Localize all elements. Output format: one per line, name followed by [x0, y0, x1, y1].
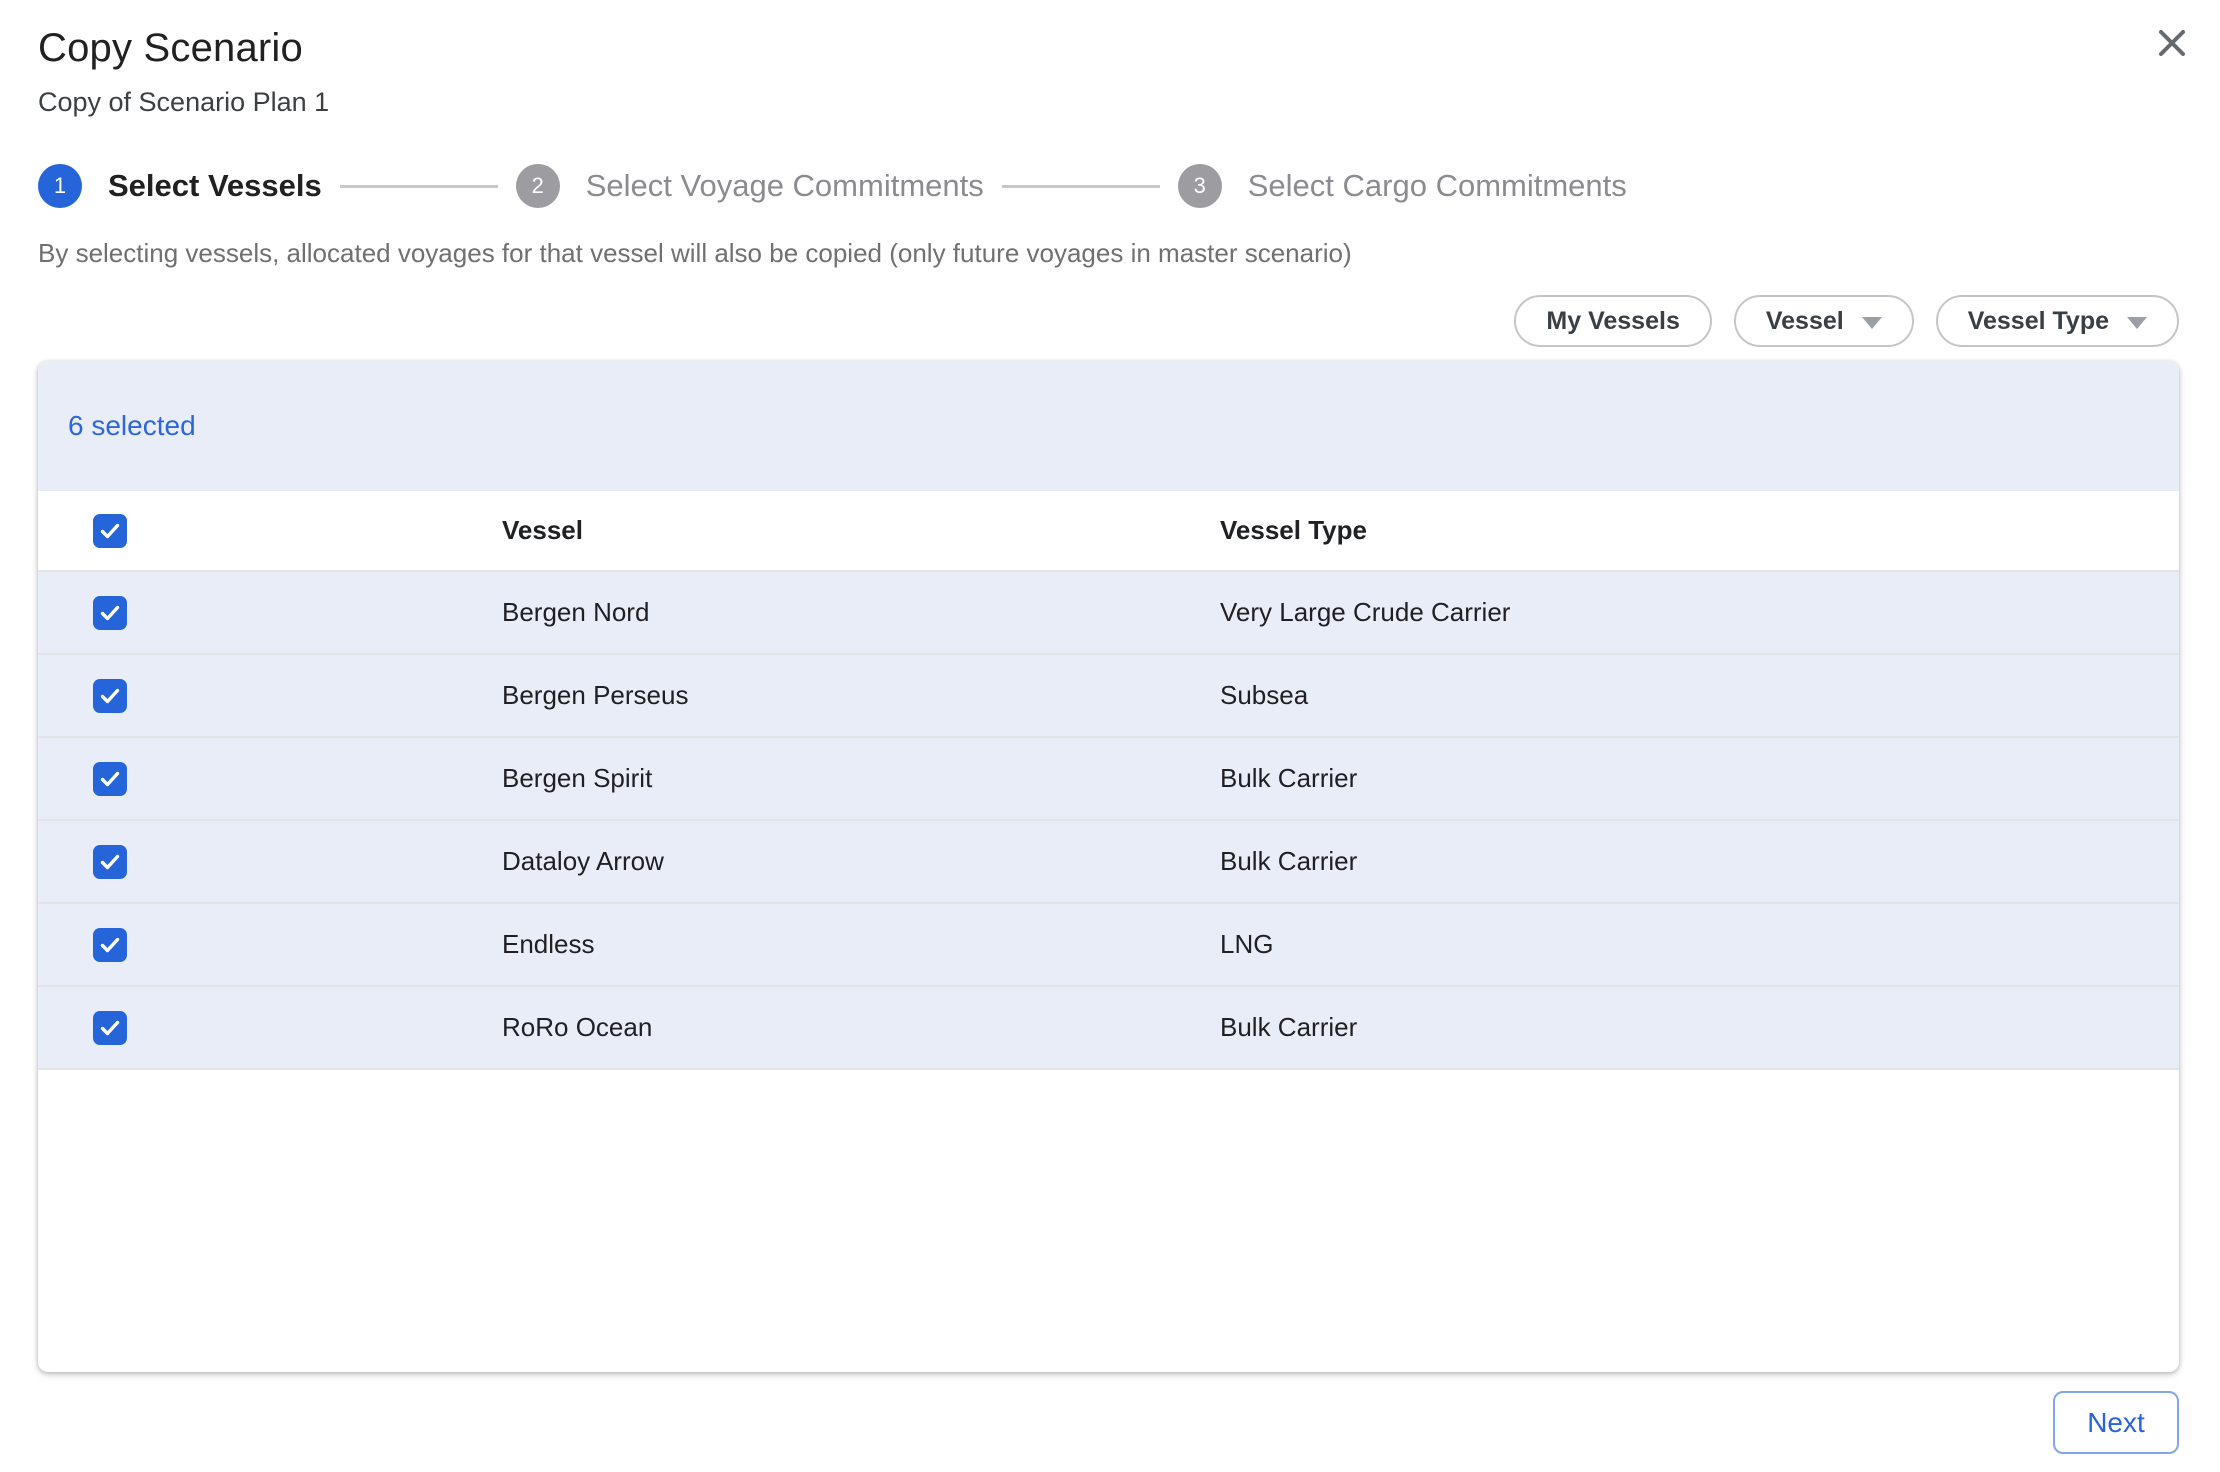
check-icon [98, 684, 122, 708]
vessel-cell: Endless [502, 929, 1220, 960]
close-icon [2155, 26, 2189, 63]
dialog-header: Copy Scenario Copy of Scenario Plan 1 [0, 0, 2220, 118]
filter-chip-vessel[interactable]: Vessel [1734, 295, 1914, 347]
vessel-type-cell: LNG [1220, 929, 2179, 960]
filter-chip-row: My Vessels Vessel Vessel Type [0, 295, 2179, 347]
table-row[interactable]: Bergen NordVery Large Crude Carrier [38, 572, 2179, 655]
check-icon [98, 767, 122, 791]
vessel-type-cell: Bulk Carrier [1220, 846, 2179, 877]
vessel-table-card: 6 selected Vessel Vessel Type Bergen Nor… [38, 361, 2179, 1372]
selection-toolbar: 6 selected [38, 361, 2179, 491]
table-row[interactable]: Bergen PerseusSubsea [38, 655, 2179, 738]
vessel-cell: Bergen Spirit [502, 763, 1220, 794]
step-label: Select Vessels [108, 168, 322, 204]
select-all-checkbox[interactable] [93, 514, 127, 548]
row-checkbox[interactable] [93, 845, 127, 879]
table-header-row: Vessel Vessel Type [38, 491, 2179, 572]
column-header-vessel: Vessel [502, 515, 1220, 546]
filter-chip-my-vessels[interactable]: My Vessels [1514, 295, 1711, 347]
vessel-type-cell: Bulk Carrier [1220, 763, 2179, 794]
check-icon [98, 1016, 122, 1040]
chip-label: Vessel [1766, 307, 1844, 336]
vessel-type-cell: Bulk Carrier [1220, 1012, 2179, 1043]
table-row[interactable]: RoRo OceanBulk Carrier [38, 987, 2179, 1070]
next-button[interactable]: Next [2053, 1391, 2179, 1454]
vessel-type-cell: Very Large Crude Carrier [1220, 597, 2179, 628]
step-label: Select Cargo Commitments [1248, 168, 1627, 204]
filter-chip-vessel-type[interactable]: Vessel Type [1936, 295, 2179, 347]
copy-scenario-dialog: Copy Scenario Copy of Scenario Plan 1 1S… [0, 0, 2220, 1472]
check-icon [98, 519, 122, 543]
table-row[interactable]: Bergen SpiritBulk Carrier [38, 738, 2179, 821]
check-icon [98, 850, 122, 874]
helper-text: By selecting vessels, allocated voyages … [38, 238, 2220, 269]
row-checkbox[interactable] [93, 596, 127, 630]
selected-count-label: 6 selected [68, 410, 196, 442]
chevron-down-icon [1862, 317, 1882, 329]
step-number-badge: 3 [1178, 164, 1222, 208]
table-row[interactable]: EndlessLNG [38, 904, 2179, 987]
vessel-type-cell: Subsea [1220, 680, 2179, 711]
vessel-cell: Dataloy Arrow [502, 846, 1220, 877]
step-number-badge: 2 [516, 164, 560, 208]
check-icon [98, 601, 122, 625]
vessel-cell: RoRo Ocean [502, 1012, 1220, 1043]
vessel-cell: Bergen Nord [502, 597, 1220, 628]
step-3[interactable]: 3 Select Cargo Commitments [1178, 164, 1627, 208]
row-checkbox[interactable] [93, 928, 127, 962]
check-icon [98, 933, 122, 957]
stepper: 1 Select Vessels 2 Select Voyage Commitment… [38, 164, 2220, 208]
page-title: Copy Scenario [38, 26, 2220, 71]
row-checkbox[interactable] [93, 1011, 127, 1045]
step-connector [1002, 185, 1160, 188]
chip-label: My Vessels [1546, 307, 1679, 336]
step-2[interactable]: 2 Select Voyage Commitments [516, 164, 984, 208]
column-header-vessel-type: Vessel Type [1220, 515, 2179, 546]
table-row[interactable]: Dataloy ArrowBulk Carrier [38, 821, 2179, 904]
vessel-cell: Bergen Perseus [502, 680, 1220, 711]
row-checkbox[interactable] [93, 762, 127, 796]
close-button[interactable] [2150, 22, 2194, 66]
step-label: Select Voyage Commitments [586, 168, 984, 204]
chip-label: Vessel Type [1968, 307, 2109, 336]
step-connector [340, 185, 498, 188]
step-1[interactable]: 1 Select Vessels [38, 164, 322, 208]
chevron-down-icon [2127, 317, 2147, 329]
step-number-badge: 1 [38, 164, 82, 208]
row-checkbox[interactable] [93, 679, 127, 713]
table-body: Bergen NordVery Large Crude CarrierBerge… [38, 572, 2179, 1070]
dialog-footer: Next [0, 1391, 2179, 1454]
page-subtitle: Copy of Scenario Plan 1 [38, 87, 2220, 118]
